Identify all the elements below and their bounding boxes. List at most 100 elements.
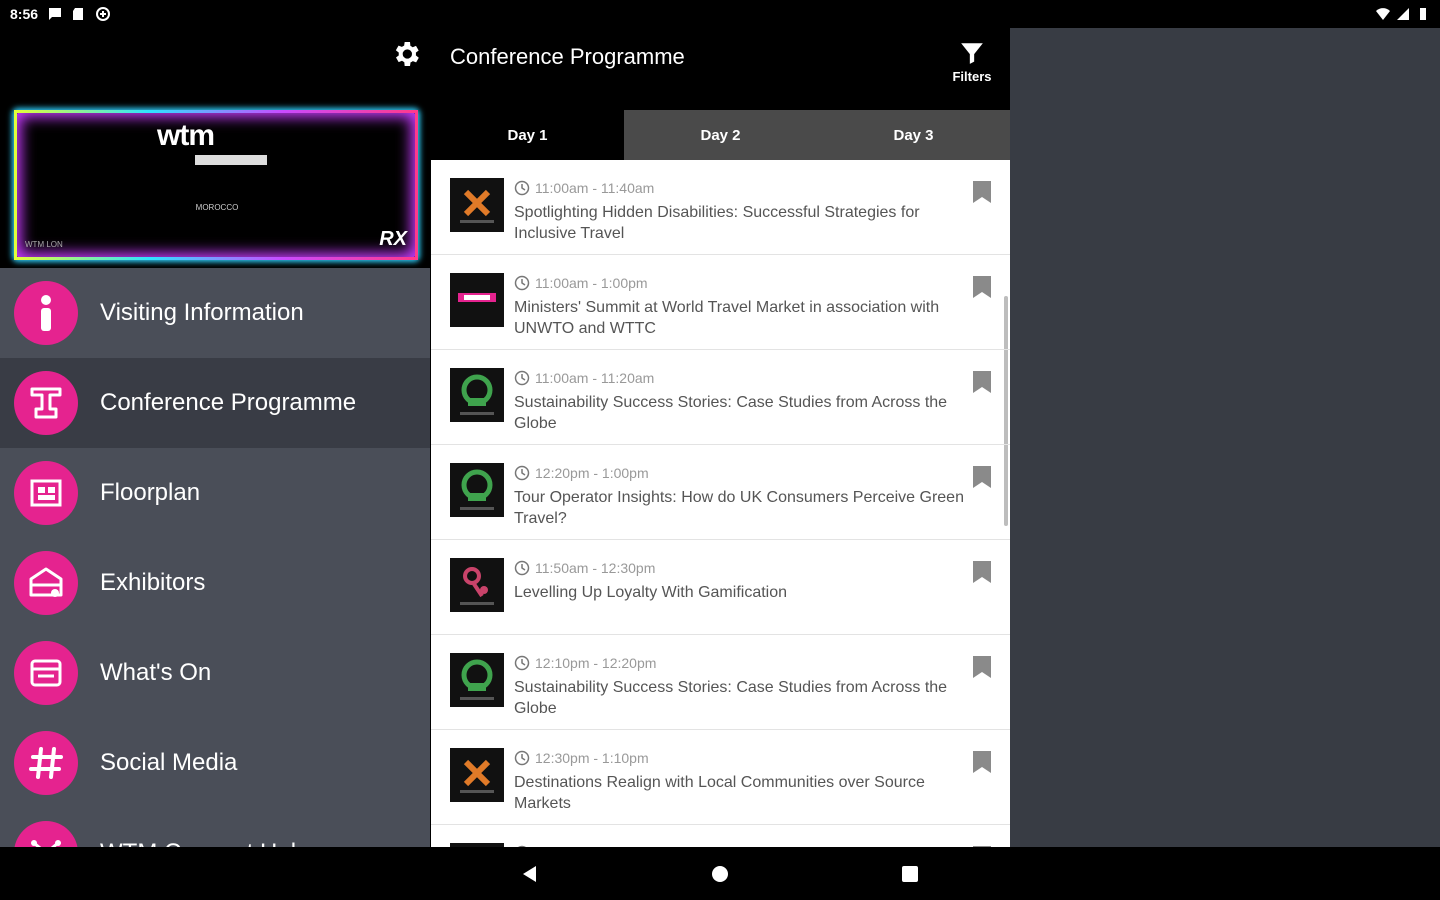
sidebar-item-whats-on[interactable]: What's On (0, 628, 430, 718)
sync-icon (96, 7, 111, 21)
session-title: Tour Operator Insights: How do UK Consum… (514, 489, 964, 527)
sidebar-item-label: What's On (100, 659, 212, 686)
bookmark-icon (973, 276, 991, 298)
bookmark-button[interactable] (972, 750, 992, 779)
settings-button[interactable] (388, 36, 424, 72)
filters-button[interactable]: Filters (948, 40, 996, 84)
back-icon (523, 865, 536, 882)
bookmark-button[interactable] (972, 655, 992, 684)
session-thumbnail (450, 748, 504, 802)
session-title: Levelling Up Loyalty With Gamification (514, 584, 788, 601)
clock-icon (514, 560, 530, 576)
status-bar: 8:56 (0, 0, 1440, 28)
session-row[interactable]: 11:00am - 11:40am Spotlighting Hidden Dis… (431, 160, 1010, 255)
bookmark-button[interactable] (972, 180, 992, 209)
session-thumbnail (450, 653, 504, 707)
session-thumbnail (450, 368, 504, 422)
session-thumbnail (450, 463, 504, 517)
info-icon (14, 281, 78, 345)
exhibitors-icon (14, 551, 78, 615)
hashtag-icon (14, 731, 78, 795)
tab-day-1[interactable]: Day 1 (431, 110, 624, 160)
session-time: 12:10pm - 12:20pm (514, 655, 656, 671)
session-time-text: 11:00am - 11:40am (535, 180, 655, 196)
session-title: Spotlighting Hidden Disabilities: Succes… (514, 204, 920, 242)
status-time: 8:56 (10, 6, 39, 22)
home-button[interactable] (705, 859, 735, 889)
session-title: Destinations Realign with Local Communit… (514, 774, 925, 812)
wtm-logo: wtm (157, 119, 215, 152)
session-time-text: 12:20pm - 1:00pm (535, 465, 649, 481)
banner-subtitle-bar (195, 155, 267, 165)
partner-logo: MOROCCO (195, 203, 239, 212)
recents-button[interactable] (895, 859, 925, 889)
sidebar-item-wtm-connect-hub[interactable]: WTM Connect Hub (0, 808, 430, 847)
tab-day-2[interactable]: Day 2 (624, 110, 817, 160)
session-title: Ministers' Summit at World Travel Market… (514, 299, 940, 337)
session-row[interactable]: 11:00am - 11:20am Sustainability Success … (431, 350, 1010, 445)
session-time: 11:00am - 11:20am (514, 370, 654, 386)
bookmark-button[interactable] (972, 465, 992, 494)
network-icon (14, 821, 78, 847)
calendar-icon (14, 641, 78, 705)
floorplan-icon (14, 461, 78, 525)
bookmark-icon (973, 466, 991, 488)
sidebar-item-social-media[interactable]: Social Media (0, 718, 430, 808)
back-button[interactable] (515, 859, 545, 889)
sidebar-item-exhibitors[interactable]: Exhibitors (0, 538, 430, 628)
detail-panel (1010, 28, 1440, 847)
event-banner[interactable]: wtm MOROCCO WTM LON RX (14, 110, 418, 260)
session-time-text: 11:50am - 12:30pm (535, 560, 656, 576)
session-time: 12:20pm - 1:00pm (514, 465, 649, 481)
clock-icon (514, 370, 530, 386)
filter-icon (961, 43, 983, 64)
sidebar-item-label: Conference Programme (100, 389, 357, 416)
session-time: 11:00am - 11:40am (514, 180, 654, 196)
bookmark-icon (973, 371, 991, 393)
session-row[interactable] (431, 825, 1010, 847)
session-time: 11:50am - 12:30pm (514, 560, 655, 576)
session-row[interactable]: 12:20pm - 1:00pm Tour Operator Insights: … (431, 445, 1010, 540)
session-row[interactable]: 11:50am - 12:30pm Levelling Up Loyalty Wi… (431, 540, 1010, 635)
sidebar-item-floorplan[interactable]: Floorplan (0, 448, 430, 538)
recents-icon (902, 865, 918, 882)
session-time-text: 12:30pm - 1:10pm (535, 750, 649, 766)
clock-icon (514, 465, 530, 481)
wifi-icon (1376, 8, 1390, 20)
banner-left-text: WTM LON (25, 240, 63, 249)
clock-icon (514, 655, 530, 671)
session-title: Sustainability Success Stories: Case Stu… (514, 679, 948, 717)
session-row[interactable]: 12:30pm - 1:10pm Destinations Realign wit… (431, 730, 1010, 825)
sidebar-item-label: Exhibitors (100, 569, 206, 596)
bookmark-icon (973, 181, 991, 203)
sidebar-item-visiting-information[interactable]: Visiting Information (0, 268, 430, 358)
conference-programme-panel: Conference Programme Filters Day 1 Day 2… (431, 28, 1010, 847)
sidebar-item-label: Social Media (100, 749, 238, 776)
battery-icon (1420, 8, 1426, 20)
clock-icon (514, 750, 530, 766)
app-header: Conference Programme Filters (431, 28, 1010, 110)
sidebar-item-label: Floorplan (100, 479, 201, 506)
podium-icon (14, 371, 78, 435)
gear-icon (395, 42, 419, 66)
session-row[interactable]: 12:10pm - 12:20pm Sustainability Success … (431, 635, 1010, 730)
bookmark-button[interactable] (972, 370, 992, 399)
sidebar-header: wtm MOROCCO WTM LON RX (0, 28, 430, 268)
sidebar-item-conference-programme[interactable]: Conference Programme (0, 358, 430, 448)
day-tabs: Day 1 Day 2 Day 3 (431, 110, 1010, 160)
session-time-text: 11:00am - 11:20am (535, 370, 655, 386)
sidebar-item-label: WTM Connect Hub (100, 839, 304, 847)
home-icon (712, 865, 728, 882)
bookmark-button[interactable] (972, 275, 992, 304)
tab-day-3[interactable]: Day 3 (817, 110, 1010, 160)
bookmark-icon (973, 751, 991, 773)
session-row[interactable]: 11:00am - 1:00pm Ministers' Summit at Wor… (431, 255, 1010, 350)
session-time-text: 11:00am - 1:00pm (535, 275, 648, 291)
bookmark-button[interactable] (972, 560, 992, 589)
session-list[interactable]: 11:00am - 11:40am Spotlighting Hidden Dis… (431, 160, 1010, 847)
clock-icon (514, 275, 530, 291)
sidebar-item-label: Visiting Information (100, 299, 304, 326)
session-time: 12:30pm - 1:10pm (514, 750, 649, 766)
session-thumbnail (450, 178, 504, 232)
filters-label: Filters (952, 69, 992, 84)
